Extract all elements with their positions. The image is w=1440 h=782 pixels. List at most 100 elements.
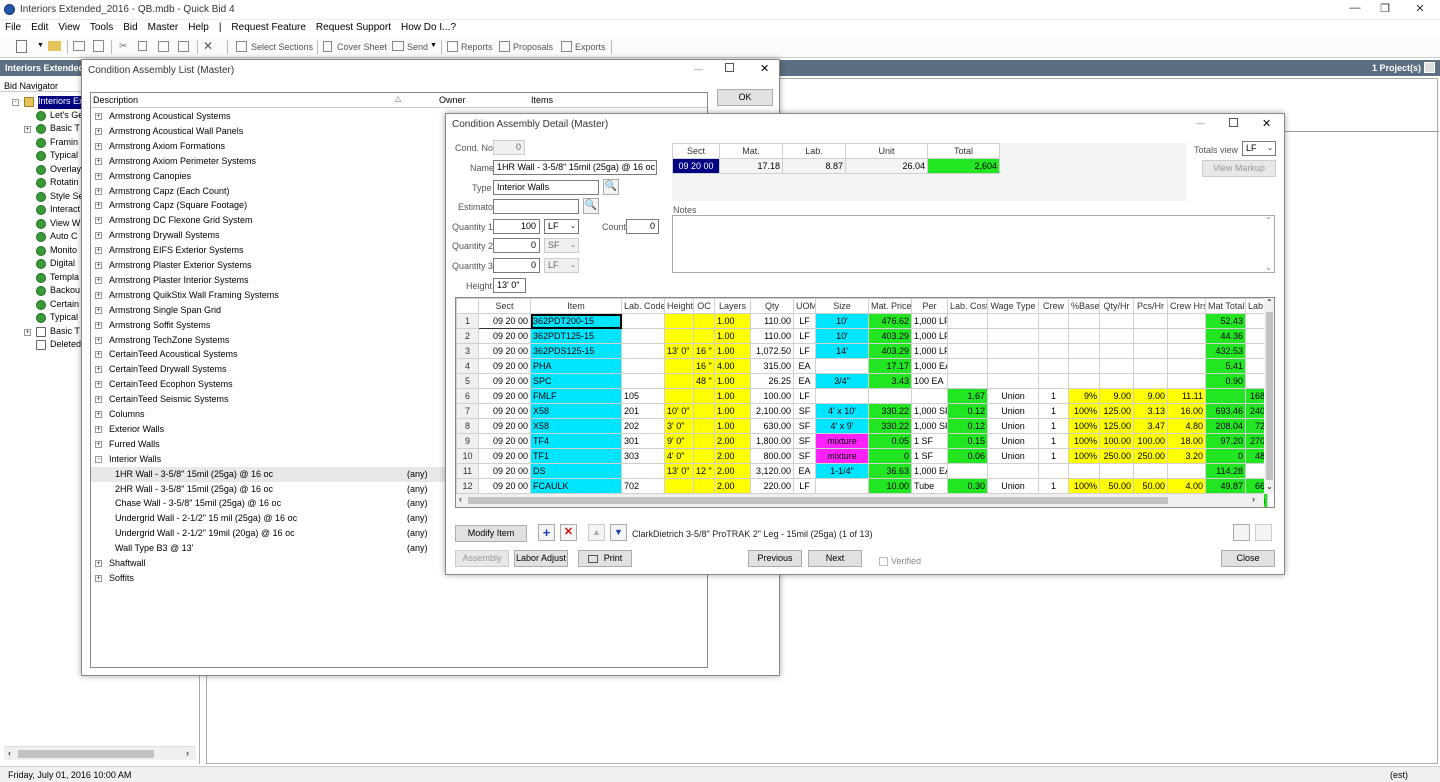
print-icon[interactable] [73,41,85,51]
grid-col-header[interactable]: Qty/Hr [1099,298,1134,314]
expand-icon[interactable]: + [95,321,102,329]
grid-cell[interactable]: 09 20 00 [478,343,531,359]
menu-file[interactable]: File [0,20,26,35]
send-button[interactable]: Send [407,40,428,54]
quantity-3-uom-select[interactable]: LF ⌄ [544,258,579,273]
grid-cell[interactable] [947,328,988,344]
grid-cell[interactable]: 3.13 [1133,403,1168,419]
restore-icon[interactable]: ❐ [1370,2,1400,18]
col-items[interactable]: Items [531,95,553,105]
grid-cell[interactable]: 09 20 00 [478,433,531,449]
detail-maximize-icon[interactable] [1229,118,1238,127]
menu-tools[interactable]: Tools [85,20,118,35]
expand-icon[interactable]: + [95,381,102,389]
grid-cell[interactable]: 100.00 [1099,433,1134,449]
grid-cell[interactable]: DS [530,463,622,479]
scroll-left-icon[interactable]: ‹ [8,748,11,758]
paste-items-icon[interactable] [1255,524,1272,541]
grid-cell[interactable] [911,388,948,404]
grid-col-header[interactable] [456,298,479,314]
grid-cell[interactable]: 315.00 [750,358,794,374]
grid-cell[interactable] [693,478,715,494]
grid-cell[interactable]: 0 [868,448,912,464]
view-markup-button[interactable]: View Markup [1202,160,1276,177]
grid-cell[interactable]: FCAULK [530,478,622,494]
tree-expand-icon[interactable]: + [24,328,31,336]
grid-cell[interactable]: 4.00 [1167,478,1206,494]
grid-cell[interactable] [987,328,1039,344]
grid-cell[interactable]: 2.00 [714,433,751,449]
navigator-horizontal-scrollbar[interactable]: ‹ › [4,746,196,760]
grid-col-header[interactable]: Mat. Price [868,298,912,314]
remove-item-icon[interactable]: ✕ [560,524,577,541]
grid-cell[interactable]: 100 EA [911,373,948,389]
grid-cell[interactable]: 202 [621,418,665,434]
grid-row[interactable]: 3 09 20 00 362PDS125-15 13' 0" 16 " 1.00 1,072… [456,343,1268,359]
expand-icon[interactable]: + [95,291,102,299]
grid-cell[interactable]: 14' [815,343,869,359]
grid-cell[interactable] [987,313,1039,329]
dropdown-arrow-icon[interactable]: ▼ [37,42,44,49]
grid-cell[interactable] [1099,328,1134,344]
grid-cell[interactable]: 0.15 [947,433,988,449]
grid-cell[interactable]: 330.22 [868,403,912,419]
grid-cell[interactable]: 125.00 [1099,403,1134,419]
detail-minimize-icon[interactable]: — [1196,118,1205,128]
grid-cell[interactable]: 100% [1068,418,1100,434]
expand-icon[interactable]: + [95,336,102,344]
grid-cell[interactable] [693,448,715,464]
grid-cell[interactable]: 0.90 [1205,373,1246,389]
grid-cell[interactable]: 201 [621,403,665,419]
grid-cell[interactable]: 13' 0" [664,343,694,359]
grid-cell[interactable]: mixture [815,448,869,464]
grid-cell[interactable]: 2.00 [714,448,751,464]
grid-cell[interactable]: 1 SF [911,433,948,449]
grid-col-header[interactable]: Crew [1038,298,1069,314]
new-bid-icon[interactable] [16,40,27,53]
grid-cell[interactable] [621,358,665,374]
grid-cell[interactable]: 5 [456,373,479,389]
grid-cell[interactable] [621,373,665,389]
grid-cell[interactable]: 7 [456,403,479,419]
grid-cell[interactable]: 16 " [693,343,715,359]
grid-cell[interactable]: EA [793,463,816,479]
grid-cell[interactable]: 4' x 9' [815,418,869,434]
grid-cell[interactable]: 09 20 00 [478,388,531,404]
grid-cell[interactable] [693,403,715,419]
expand-icon[interactable]: + [95,440,102,448]
grid-cell[interactable]: 1 [1038,448,1069,464]
grid-cell[interactable]: 10' 0" [664,403,694,419]
grid-cell[interactable] [947,358,988,374]
grid-cell[interactable]: SPC [530,373,622,389]
grid-cell[interactable]: 09 20 00 [478,373,531,389]
grid-cell[interactable]: 1 [1038,388,1069,404]
grid-cell[interactable]: 0.12 [947,403,988,419]
grid-row[interactable]: 8 09 20 00 X58 202 3' 0" 1.00 630.00 SF 4' x 9' 3… [456,418,1268,434]
grid-cell[interactable]: 1,000 EA [911,358,948,374]
grid-col-header[interactable]: Height [664,298,694,314]
grid-hscroll-thumb[interactable] [468,497,1168,504]
expand-icon[interactable]: + [95,142,102,150]
quantity-1-input[interactable]: 100 [493,219,540,234]
grid-cell[interactable] [1068,358,1100,374]
grid-cell[interactable]: 125.00 [1099,418,1134,434]
grid-cell[interactable] [1099,343,1134,359]
grid-cell[interactable] [693,418,715,434]
grid-cell[interactable]: TF4 [530,433,622,449]
next-button[interactable]: Next [808,550,862,567]
grid-cell[interactable] [1167,313,1206,329]
grid-cell[interactable]: 1.00 [714,343,751,359]
nav-item[interactable]: Interiors Ex [38,96,82,109]
grid-cell[interactable]: mixture [815,433,869,449]
grid-cell[interactable]: 330.22 [868,418,912,434]
grid-row[interactable]: 4 09 20 00 PHA 16 " 4.00 315.00 EA 17.17 1,000 E… [456,358,1268,374]
grid-cell[interactable] [1099,313,1134,329]
grid-cell[interactable]: Tube [911,478,948,494]
list-minimize-icon[interactable]: — [694,64,703,74]
close-button[interactable]: Close [1221,550,1275,567]
grid-cell[interactable]: 13' 0" [664,463,694,479]
tree-expand-icon[interactable]: + [24,126,31,133]
grid-cell[interactable]: 9' 0" [664,433,694,449]
notes-scroll-down-icon[interactable]: ⌄ [1265,263,1272,272]
grid-cell[interactable]: 1.00 [714,313,751,329]
